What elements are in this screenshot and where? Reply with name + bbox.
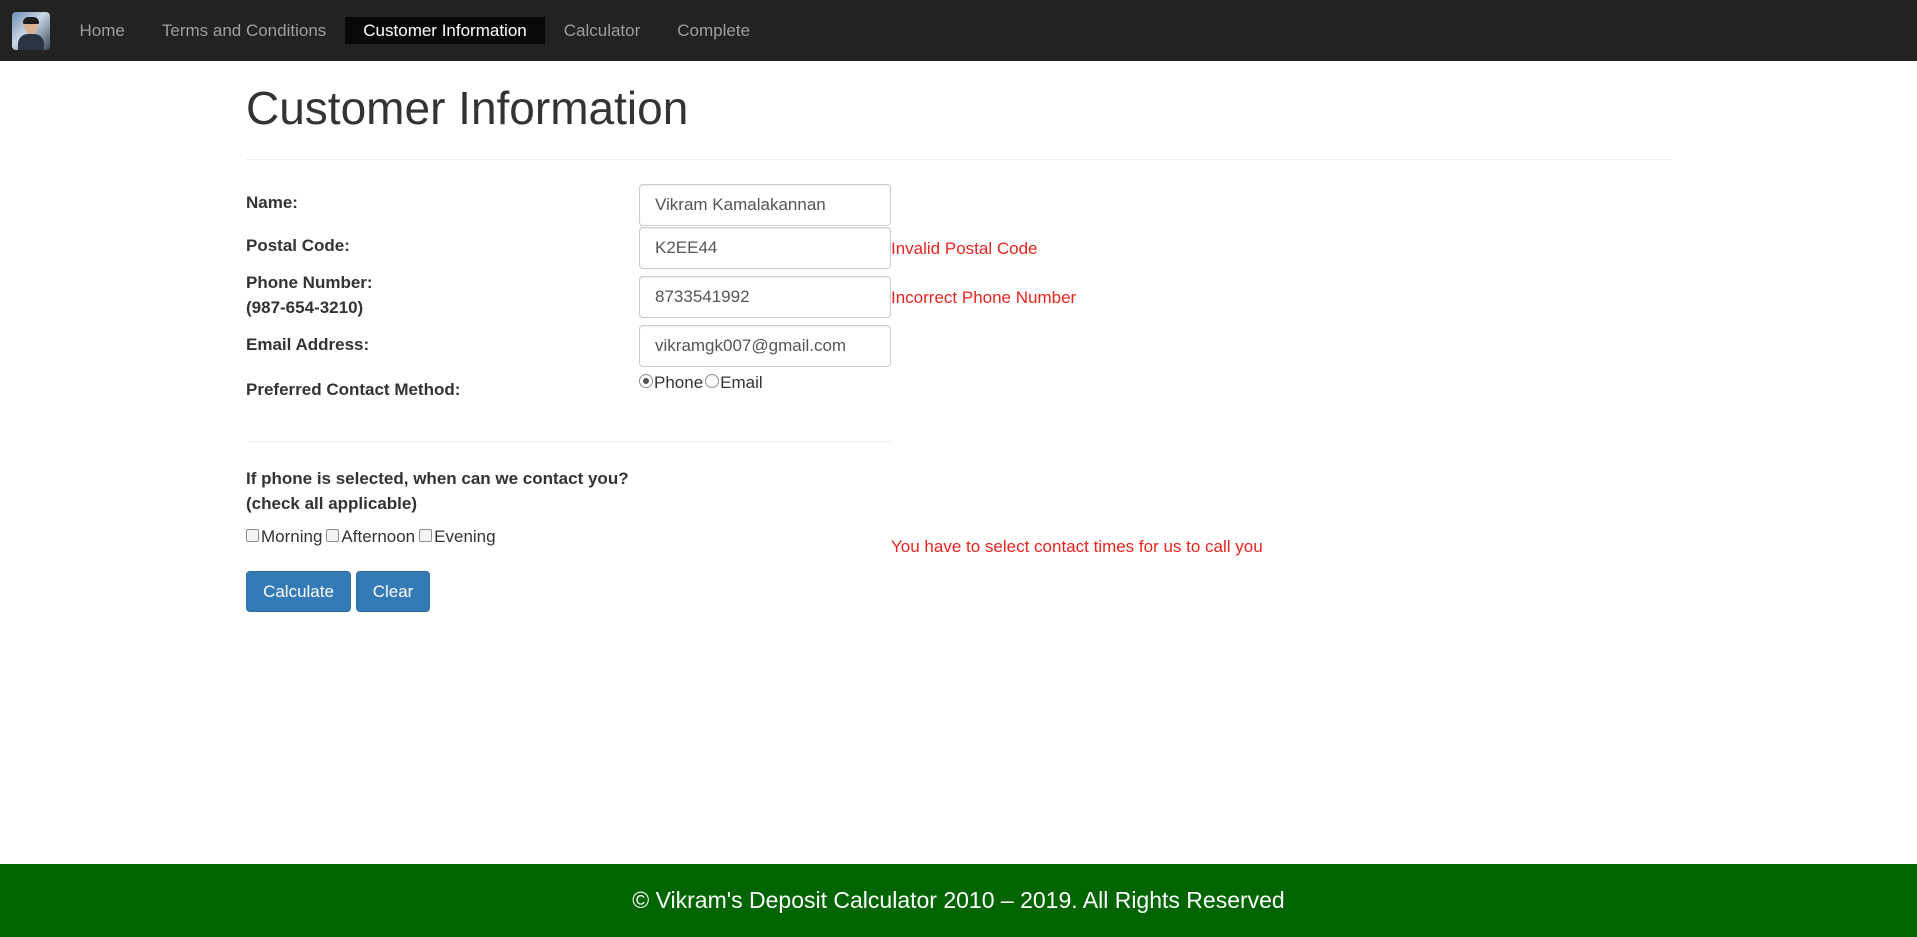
nav-item-terms[interactable]: Terms and Conditions <box>143 17 344 44</box>
name-label: Name: <box>246 193 298 212</box>
morning-checkbox-label[interactable]: Morning <box>261 527 322 547</box>
nav-item-calculator[interactable]: Calculator <box>545 17 659 44</box>
name-input[interactable] <box>639 184 891 226</box>
email-label: Email Address: <box>246 335 370 354</box>
morning-checkbox[interactable] <box>246 528 259 542</box>
contact-times-error: You have to select contact times for us … <box>891 537 1263 556</box>
afternoon-checkbox[interactable] <box>326 528 340 542</box>
nav-item-complete[interactable]: Complete <box>659 17 769 44</box>
section-divider <box>246 441 891 442</box>
nav-menu: Home Terms and Conditions Customer Infor… <box>61 17 769 44</box>
nav-item-home[interactable]: Home <box>61 17 143 44</box>
footer-copyright: © Vikram's Deposit Calculator 2010 – 201… <box>632 887 1285 913</box>
calculate-button[interactable]: Calculate <box>246 571 351 612</box>
email-radio-label[interactable]: Email <box>720 373 763 393</box>
title-divider <box>246 159 1672 160</box>
phone-radio[interactable] <box>639 374 653 388</box>
evening-checkbox[interactable] <box>419 528 433 542</box>
afternoon-checkbox-label[interactable]: Afternoon <box>341 527 415 547</box>
postal-code-label: Postal Code: <box>246 236 350 255</box>
top-navbar: Home Terms and Conditions Customer Infor… <box>0 0 1917 61</box>
phone-number-input[interactable] <box>639 276 891 318</box>
email-input[interactable] <box>639 325 891 367</box>
phone-number-error: Incorrect Phone Number <box>891 288 1077 307</box>
phone-number-hint: (987-654-3210) <box>246 298 364 317</box>
evening-checkbox-label[interactable]: Evening <box>434 527 495 547</box>
user-photo-logo[interactable] <box>11 11 50 50</box>
phone-radio-label[interactable]: Phone <box>654 373 703 393</box>
clear-button[interactable]: Clear <box>356 571 430 612</box>
brand[interactable] <box>0 0 61 61</box>
postal-code-error: Invalid Postal Code <box>891 239 1038 258</box>
email-radio[interactable] <box>705 374 720 388</box>
nav-item-customer-information[interactable]: Customer Information <box>344 17 546 44</box>
page-title: Customer Information <box>246 82 689 134</box>
contact-times-question: If phone is selected, when can we contac… <box>246 469 629 488</box>
contact-method-label: Preferred Contact Method: <box>246 380 461 399</box>
postal-code-input[interactable] <box>639 227 891 269</box>
footer: © Vikram's Deposit Calculator 2010 – 201… <box>0 864 1917 937</box>
contact-times-hint: (check all applicable) <box>246 494 418 513</box>
contact-method-radio-group: Phone Email <box>639 373 763 393</box>
phone-number-label: Phone Number: <box>246 273 373 292</box>
contact-times-checkbox-group: Morning Afternoon Evening <box>246 527 496 547</box>
